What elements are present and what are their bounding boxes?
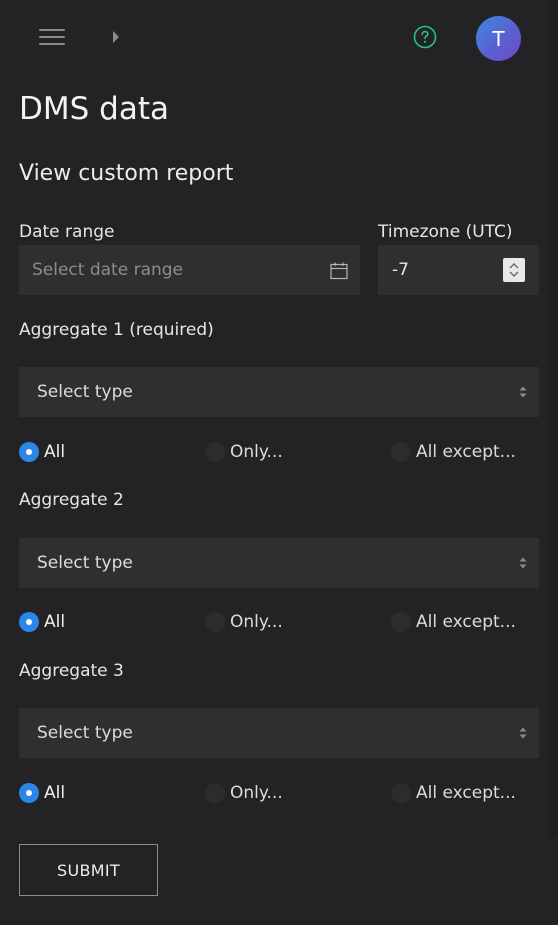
radio-unselected-icon[interactable] [205,612,225,632]
select-arrows-icon [519,386,527,398]
radio-selected-icon[interactable] [19,442,39,462]
date-range-input[interactable] [32,245,322,295]
avatar-initial: T [492,26,505,51]
radio-label: Only... [230,612,283,632]
aggregate-3-radio-all-except[interactable]: All except... [391,781,516,805]
page-subtitle: View custom report [19,161,234,186]
radio-unselected-icon[interactable] [391,612,411,632]
aggregate-3-select-value: Select type [37,723,133,743]
radio-unselected-icon[interactable] [391,442,411,462]
aggregate-2-radio-all[interactable]: All [19,610,65,634]
aggregate-2-select[interactable]: Select type [19,538,539,588]
radio-label: All [44,442,66,462]
radio-unselected-icon[interactable] [205,783,225,803]
timezone-stepper[interactable] [503,258,525,282]
aggregate-3-select[interactable]: Select type [19,708,539,758]
radio-selected-icon[interactable] [19,612,39,632]
select-arrows-icon [519,557,527,569]
radio-label: All [44,612,66,632]
radio-unselected-icon[interactable] [205,442,225,462]
radio-label: Only... [230,442,283,462]
calendar-icon[interactable] [330,262,348,280]
hamburger-menu-icon[interactable] [39,27,65,47]
date-range-label: Date range [19,222,115,242]
select-arrows-icon [519,727,527,739]
page-title: DMS data [19,91,169,127]
aggregate-3-label: Aggregate 3 [19,661,124,681]
aggregate-1-label: Aggregate 1 (required) [19,320,214,340]
top-bar: T [0,0,558,76]
date-range-field[interactable] [19,245,360,295]
aggregate-1-select-value: Select type [37,382,133,402]
aggregate-1-radio-all-except[interactable]: All except... [391,440,516,464]
timezone-input[interactable] [392,245,502,295]
aggregate-1-radio-all[interactable]: All [19,440,65,464]
timezone-label: Timezone (UTC) [378,222,513,242]
aggregate-1-radio-only[interactable]: Only... [205,440,283,464]
aggregate-2-radio-only[interactable]: Only... [205,610,283,634]
help-circle-icon[interactable] [413,25,437,49]
aggregate-1-select[interactable]: Select type [19,367,539,417]
scrollbar[interactable] [548,0,558,838]
user-avatar[interactable]: T [476,16,521,61]
radio-selected-icon[interactable] [19,783,39,803]
radio-label: Only... [230,783,283,803]
aggregate-2-radio-all-except[interactable]: All except... [391,610,516,634]
aggregate-3-radio-all[interactable]: All [19,781,65,805]
page: T DMS data View custom report Date range… [0,0,558,925]
timezone-field[interactable] [378,245,539,295]
radio-label: All [44,783,66,803]
radio-label: All except... [416,612,516,632]
radio-label: All except... [416,783,516,803]
aggregate-2-select-value: Select type [37,553,133,573]
radio-unselected-icon[interactable] [391,783,411,803]
caret-right-icon[interactable] [113,31,119,43]
aggregate-3-radio-only[interactable]: Only... [205,781,283,805]
aggregate-2-label: Aggregate 2 [19,490,124,510]
submit-button[interactable]: SUBMIT [19,844,158,896]
radio-label: All except... [416,442,516,462]
